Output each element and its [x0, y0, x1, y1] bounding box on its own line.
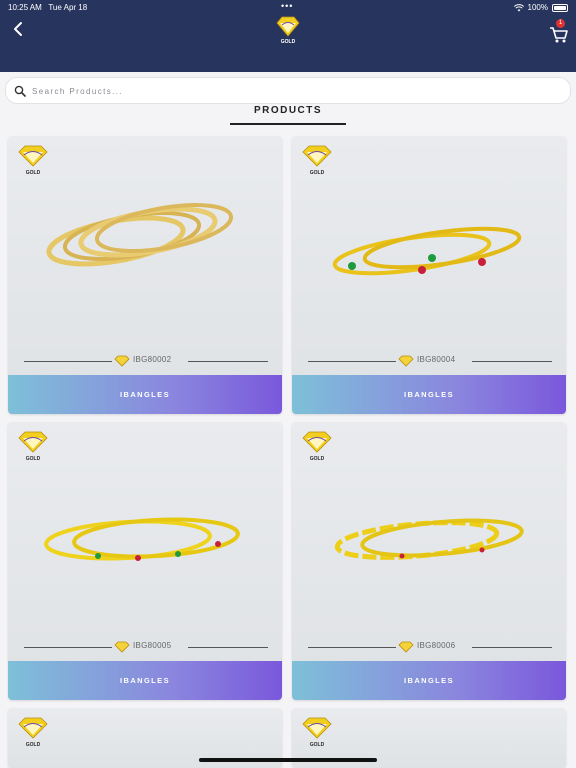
cart-icon[interactable] — [549, 26, 569, 44]
product-category-button[interactable]: IBANGLES — [292, 661, 566, 700]
search-bar[interactable] — [5, 77, 571, 104]
logo-gold-text: GOLD — [281, 39, 296, 45]
back-chevron-icon[interactable] — [10, 20, 28, 38]
brand-logo-icon: GOLD — [302, 145, 332, 176]
diamond-icon — [114, 641, 130, 653]
brand-logo[interactable]: GOLD — [274, 15, 302, 45]
brand-logo-icon: GOLD — [302, 431, 332, 462]
logo-gold-text: GOLD — [310, 456, 325, 462]
brand-logo-icon: GOLD — [302, 717, 332, 748]
brand-logo-icon: GOLD — [18, 145, 48, 176]
status-time: 10:25 AM Tue Apr 18 — [8, 3, 88, 12]
product-code: IBG80004 — [417, 355, 456, 364]
diamond-icon — [398, 355, 414, 367]
home-indicator[interactable] — [199, 758, 377, 762]
wifi-icon — [513, 3, 524, 11]
status-bar: 10:25 AM Tue Apr 18 ••• 100% — [0, 0, 576, 14]
brand-logo-icon: GOLD — [18, 431, 48, 462]
logo-gold-text: GOLD — [26, 742, 41, 748]
logo-gold-text: GOLD — [26, 170, 41, 176]
diamond-icon — [114, 355, 130, 367]
search-input[interactable] — [32, 82, 552, 100]
tab-underline — [230, 123, 346, 125]
battery-icon — [552, 3, 568, 12]
cart-count-badge: 1 — [556, 19, 565, 28]
search-icon — [14, 85, 26, 97]
diamond-icon — [398, 641, 414, 653]
battery-percent: 100% — [527, 3, 548, 12]
product-code: IBG80005 — [133, 641, 172, 650]
logo-gold-text: GOLD — [26, 456, 41, 462]
product-code-row: IBG80006 — [292, 640, 566, 654]
product-code-row: IBG80005 — [8, 640, 282, 654]
product-category-button[interactable]: IBANGLES — [292, 375, 566, 414]
product-category-button[interactable]: IBANGLES — [8, 661, 282, 700]
product-category-button[interactable]: IBANGLES — [8, 375, 282, 414]
product-code: IBG80006 — [417, 641, 456, 650]
product-code-row: IBG80004 — [292, 354, 566, 368]
status-right: 100% — [513, 3, 568, 12]
product-card[interactable]: GOLD IBG80002 IBANGLES — [8, 136, 282, 414]
bangle-image — [44, 517, 240, 561]
product-card[interactable]: GOLD IBG80005 IBANGLES — [8, 422, 282, 700]
logo-gold-text: GOLD — [310, 170, 325, 176]
product-code-row: IBG80002 — [8, 354, 282, 368]
tab-products[interactable]: Products — [230, 105, 346, 125]
brand-logo-icon: GOLD — [18, 717, 48, 748]
bangle-image — [332, 226, 522, 276]
logo-gold-text: GOLD — [310, 742, 325, 748]
product-card[interactable]: GOLD IBG80006 IBANGLES — [292, 422, 566, 700]
top-bar: 10:25 AM Tue Apr 18 ••• 100% GOLD 1 — [0, 0, 576, 72]
bangle-image — [334, 518, 524, 560]
bangle-image — [46, 203, 234, 267]
product-code: IBG80002 — [133, 355, 172, 364]
multitask-dots[interactable]: ••• — [281, 1, 293, 11]
product-card[interactable]: GOLD IBG80004 IBANGLES — [292, 136, 566, 414]
